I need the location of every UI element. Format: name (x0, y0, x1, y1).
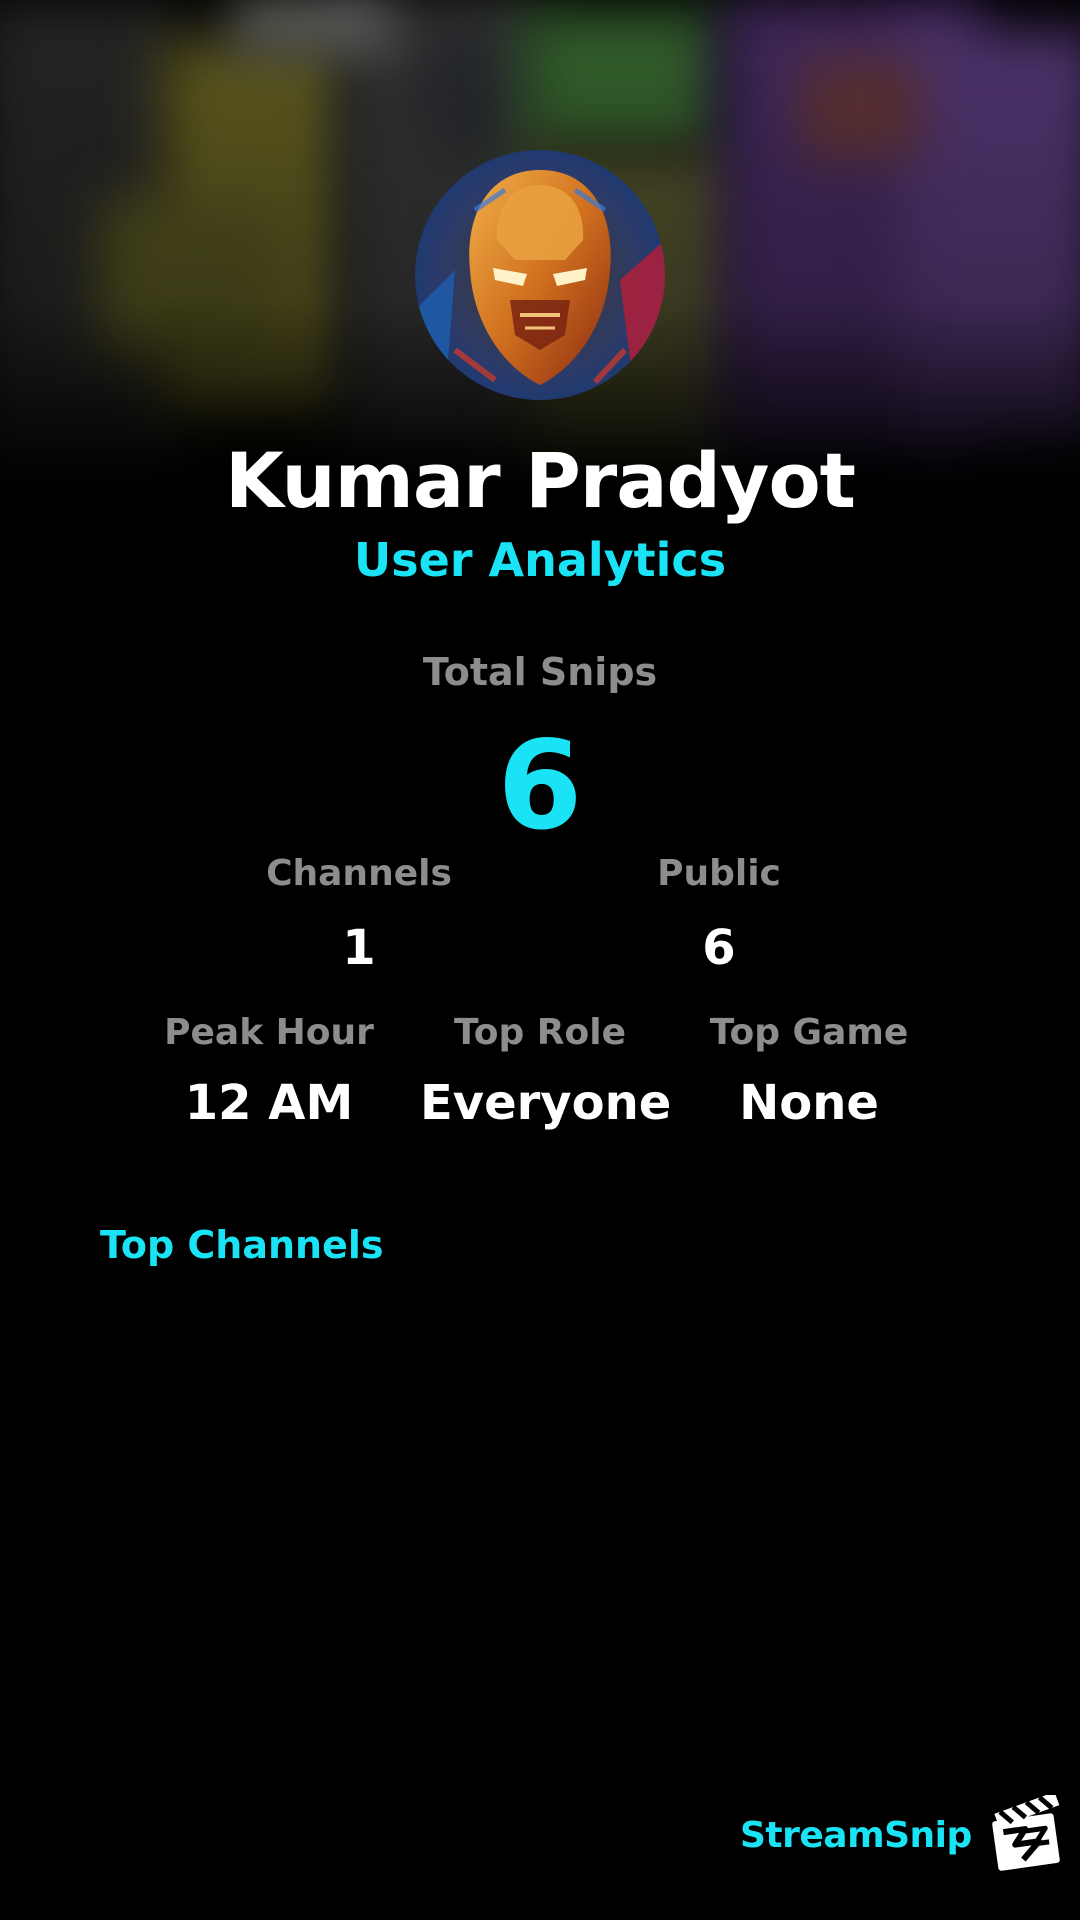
brand-footer: StreamSnip (740, 1791, 1066, 1875)
stat-top-role: Top Role Everyone (420, 1012, 672, 1131)
stat-public: Public 6 (619, 853, 819, 976)
top-role-value: Everyone (420, 1075, 672, 1131)
total-snips-label: Total Snips (422, 650, 658, 694)
stat-channels: Channels 1 (259, 853, 459, 976)
total-snips-value: 6 (497, 715, 583, 857)
top-game-value: None (739, 1075, 879, 1131)
public-label: Public (657, 853, 781, 894)
user-avatar (415, 150, 665, 400)
channels-value: 1 (342, 920, 376, 976)
top-game-label: Top Game (709, 1012, 909, 1053)
stat-top-game: Top Game None (699, 1012, 919, 1131)
top-role-label: Top Role (453, 1012, 627, 1053)
public-value: 6 (702, 920, 736, 976)
brand-name: StreamSnip (740, 1814, 972, 1856)
stat-peak-hour: Peak Hour 12 AM (159, 1012, 379, 1131)
page-subtitle: User Analytics (353, 533, 727, 587)
user-display-name: Kumar Pradyot (224, 436, 856, 525)
channels-label: Channels (266, 853, 452, 894)
top-channels-heading: Top Channels (100, 1223, 384, 1267)
clapperboard-logo-icon (986, 1791, 1066, 1875)
peak-hour-value: 12 AM (184, 1075, 354, 1131)
peak-hour-label: Peak Hour (164, 1012, 374, 1053)
